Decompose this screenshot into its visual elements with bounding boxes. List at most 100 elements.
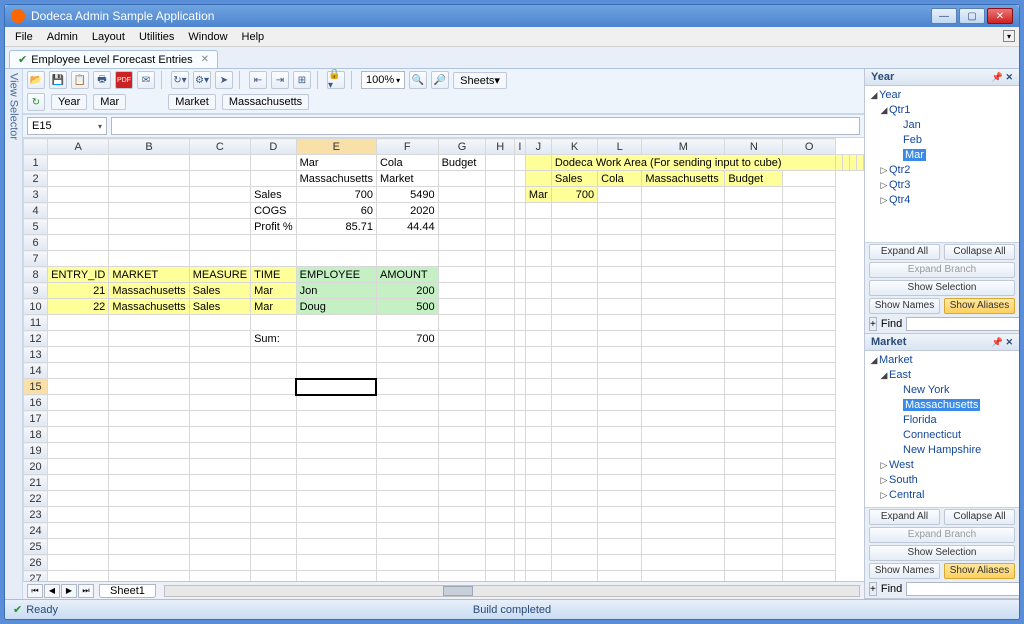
cell-G16[interactable] (438, 395, 486, 411)
cell-K6[interactable] (551, 235, 597, 251)
menu-help[interactable]: Help (236, 29, 271, 45)
cell-K21[interactable] (551, 475, 597, 491)
cell-A3[interactable] (48, 187, 109, 203)
cell-A19[interactable] (48, 443, 109, 459)
cell-F13[interactable] (376, 347, 438, 363)
cell-F19[interactable] (376, 443, 438, 459)
cell-D16[interactable] (251, 395, 297, 411)
cell-F15[interactable] (376, 379, 438, 395)
cell-I14[interactable] (514, 363, 525, 379)
cell-H13[interactable] (486, 347, 515, 363)
cell-G3[interactable] (438, 187, 486, 203)
cell-C24[interactable] (189, 523, 250, 539)
cell-M23[interactable] (642, 507, 725, 523)
cell-N23[interactable] (725, 507, 783, 523)
cell-O23[interactable] (783, 507, 836, 523)
cell-C15[interactable] (189, 379, 250, 395)
cell-G26[interactable] (438, 555, 486, 571)
cell-O10[interactable] (783, 299, 836, 315)
cell-H7[interactable] (486, 251, 515, 267)
cell-O2[interactable] (783, 171, 836, 187)
zoom-box[interactable]: 100%▾ (361, 71, 405, 89)
cell-E17[interactable] (296, 411, 376, 427)
cell-L27[interactable] (598, 571, 642, 582)
nav-last-icon[interactable]: ⏭ (78, 584, 94, 598)
cell-I9[interactable] (514, 283, 525, 299)
refresh-icon[interactable]: ↻▾ (171, 71, 189, 89)
cell-O17[interactable] (783, 411, 836, 427)
cell-H17[interactable] (486, 411, 515, 427)
cell-B12[interactable] (109, 331, 189, 347)
cell-H16[interactable] (486, 395, 515, 411)
cell-J19[interactable] (525, 443, 551, 459)
cell-E15[interactable] (296, 379, 376, 395)
cell-I1[interactable] (514, 155, 525, 171)
maximize-button[interactable]: ▢ (959, 8, 985, 24)
pin-icon[interactable]: 📌 ✕ (992, 337, 1013, 348)
cell-L7[interactable] (598, 251, 642, 267)
cell-F11[interactable] (376, 315, 438, 331)
cell-N15[interactable] (725, 379, 783, 395)
cell-C7[interactable] (189, 251, 250, 267)
nav-first-icon[interactable]: ⏮ (27, 584, 43, 598)
cell-L13[interactable] (598, 347, 642, 363)
cell-B1[interactable] (109, 155, 189, 171)
cell-O11[interactable] (783, 315, 836, 331)
expand-all-button[interactable]: Expand All (869, 244, 940, 260)
zoom-out-icon[interactable]: 🔎 (431, 71, 449, 89)
cell-F7[interactable] (376, 251, 438, 267)
cell-K9[interactable] (551, 283, 597, 299)
cell-H18[interactable] (486, 427, 515, 443)
cell-D2[interactable] (251, 171, 297, 187)
cell-E4[interactable]: 60 (296, 203, 376, 219)
cell-K26[interactable] (551, 555, 597, 571)
cell-I12[interactable] (514, 331, 525, 347)
cell-F2[interactable]: Market (376, 171, 438, 187)
cell-L14[interactable] (598, 363, 642, 379)
cell-G5[interactable] (438, 219, 486, 235)
cell-B26[interactable] (109, 555, 189, 571)
cell-J12[interactable] (525, 331, 551, 347)
cell-M22[interactable] (642, 491, 725, 507)
cell-I4[interactable] (514, 203, 525, 219)
cell-E10[interactable]: Doug (296, 299, 376, 315)
cell-A11[interactable] (48, 315, 109, 331)
cell-F10[interactable]: 500 (376, 299, 438, 315)
cell-L17[interactable] (598, 411, 642, 427)
find-input[interactable] (906, 582, 1019, 596)
cell-C3[interactable] (189, 187, 250, 203)
menu-file[interactable]: File (9, 29, 39, 45)
cell-M6[interactable] (642, 235, 725, 251)
cell-ref-box[interactable]: E15▾ (27, 117, 107, 135)
cell-H10[interactable] (486, 299, 515, 315)
cell-A18[interactable] (48, 427, 109, 443)
cell-A24[interactable] (48, 523, 109, 539)
cell-B5[interactable] (109, 219, 189, 235)
cell-I26[interactable] (514, 555, 525, 571)
cell-O7[interactable] (783, 251, 836, 267)
cell-J21[interactable] (525, 475, 551, 491)
pivot-icon[interactable]: ⊞ (293, 71, 311, 89)
indent-icon[interactable]: ⇤ (249, 71, 267, 89)
cell-B27[interactable] (109, 571, 189, 582)
cell-B24[interactable] (109, 523, 189, 539)
cell-J6[interactable] (525, 235, 551, 251)
show-names-button[interactable]: Show Names (869, 298, 940, 314)
cell-G10[interactable] (438, 299, 486, 315)
cell-L18[interactable] (598, 427, 642, 443)
cell-C18[interactable] (189, 427, 250, 443)
cell-L10[interactable] (598, 299, 642, 315)
cell-I7[interactable] (514, 251, 525, 267)
cell-A21[interactable] (48, 475, 109, 491)
cell-N20[interactable] (725, 459, 783, 475)
cell-N6[interactable] (725, 235, 783, 251)
cell-N25[interactable] (725, 539, 783, 555)
cell-H27[interactable] (486, 571, 515, 582)
cell-M8[interactable] (642, 267, 725, 283)
cell-D7[interactable] (251, 251, 297, 267)
cell-C5[interactable] (189, 219, 250, 235)
cell-K25[interactable] (551, 539, 597, 555)
expand-branch-button[interactable]: Expand Branch (869, 527, 1015, 543)
cell-N9[interactable] (725, 283, 783, 299)
cell-O8[interactable] (783, 267, 836, 283)
